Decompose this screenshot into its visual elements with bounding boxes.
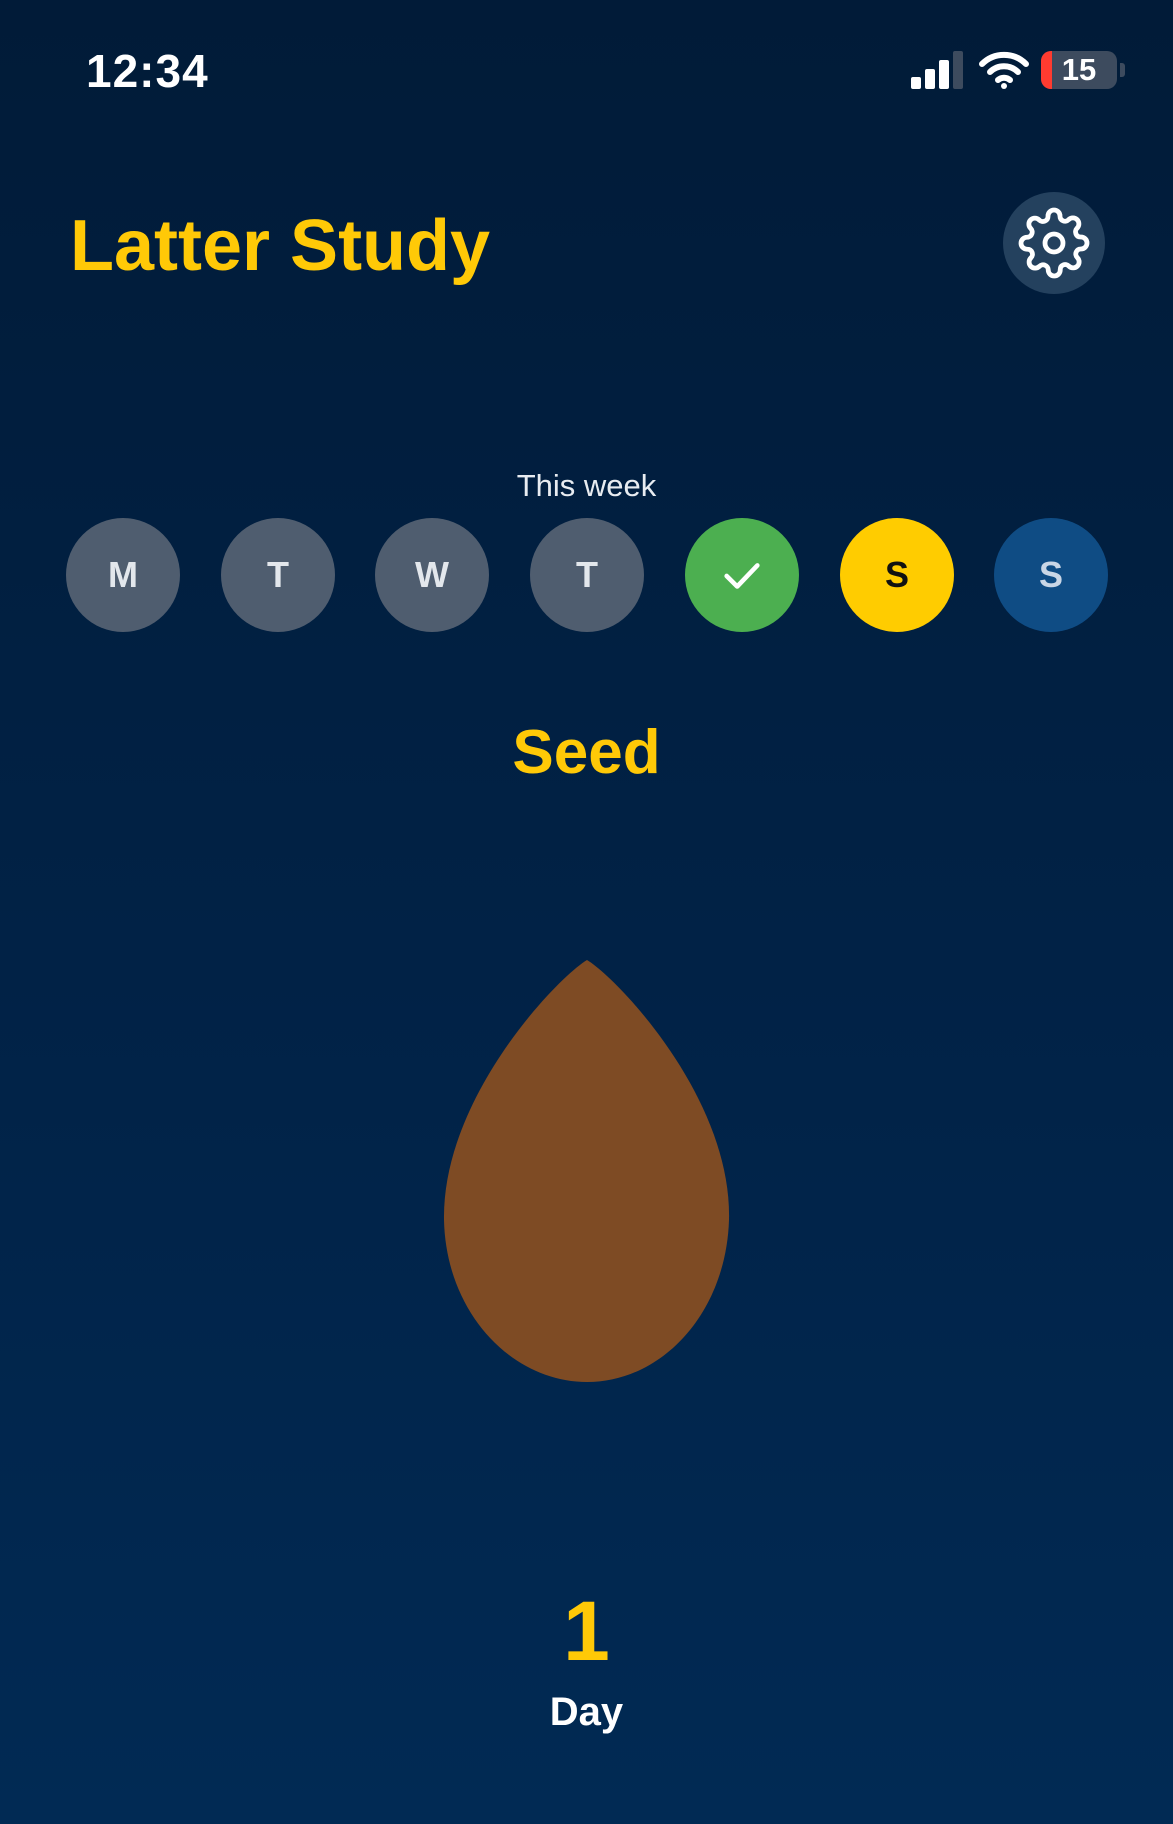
seed-icon: [443, 960, 730, 1382]
battery-percent: 15: [1061, 52, 1097, 87]
status-icons: 15: [911, 50, 1125, 90]
day-sunday[interactable]: S: [994, 518, 1108, 632]
app-screen: 12:34 15 Latter Study This week M T W T: [0, 0, 1173, 1824]
day-thursday[interactable]: T: [530, 518, 644, 632]
day-wednesday[interactable]: W: [375, 518, 489, 632]
battery-cap: [1120, 63, 1125, 77]
checkmark-icon: [724, 563, 760, 589]
growth-stage-name: Seed: [512, 718, 661, 787]
week-label: This week: [516, 468, 657, 503]
app-title: Latter Study: [70, 206, 491, 286]
day-saturday-today[interactable]: S: [840, 518, 954, 632]
day-monday[interactable]: M: [66, 518, 180, 632]
settings-button[interactable]: [1003, 192, 1105, 294]
day-tuesday[interactable]: T: [221, 518, 335, 632]
day-friday-completed[interactable]: [685, 518, 799, 632]
streak-count: 1: [563, 1584, 610, 1678]
streak-unit-label: Day: [549, 1690, 624, 1734]
signal-icon: [911, 51, 963, 89]
wifi-icon: [979, 51, 1029, 89]
status-time: 12:34: [86, 45, 209, 97]
gear-icon: [1018, 207, 1090, 279]
battery-icon: 15: [1041, 51, 1117, 89]
